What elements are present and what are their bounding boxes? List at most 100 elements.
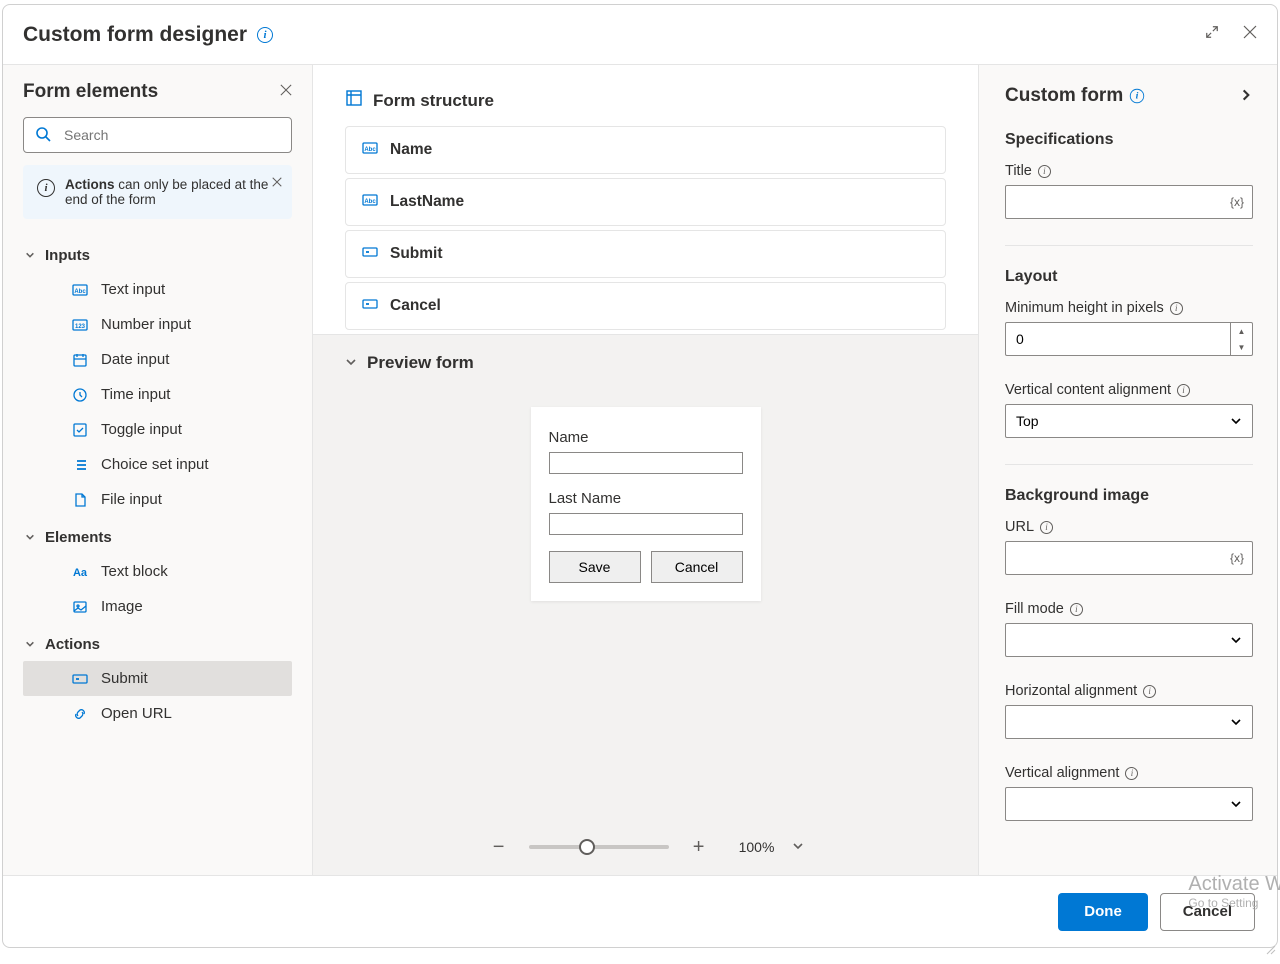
url-input[interactable]: {x} — [1005, 541, 1253, 575]
info-icon[interactable]: i — [1177, 384, 1190, 397]
svg-text:Aa: Aa — [73, 567, 88, 579]
vert-align-label: Vertical alignmenti — [1005, 765, 1253, 781]
info-icon[interactable]: i — [257, 27, 273, 43]
clock-icon — [71, 387, 89, 403]
info-icon[interactable]: i — [1125, 767, 1138, 780]
123-icon: 123 — [71, 317, 89, 333]
submit-icon — [362, 296, 378, 317]
info-icon[interactable]: i — [1170, 302, 1183, 315]
element-label: Submit — [101, 670, 148, 687]
spin-up-icon[interactable]: ▲ — [1231, 323, 1252, 339]
search-input[interactable] — [23, 117, 292, 153]
form-structure-header: Form structure — [345, 89, 946, 112]
v-align-label: Vertical content alignmenti — [1005, 382, 1253, 398]
min-height-input[interactable]: ▲▼ — [1005, 322, 1253, 356]
cancel-button[interactable]: Cancel — [1160, 893, 1255, 931]
submit-icon — [362, 244, 378, 265]
info-icon[interactable]: i — [1070, 603, 1083, 616]
v-align-select[interactable]: Top — [1005, 404, 1253, 438]
dialog-title: Custom form designer — [23, 23, 247, 47]
close-panel-icon[interactable] — [280, 83, 292, 101]
submit-icon — [71, 671, 89, 687]
search-icon — [35, 126, 51, 147]
structure-row[interactable]: Submit — [345, 230, 946, 278]
close-icon[interactable] — [1243, 25, 1257, 44]
element-label: Date input — [101, 351, 169, 368]
info-banner: i Actions can only be placed at the end … — [23, 165, 292, 219]
preview-button[interactable]: Save — [549, 551, 641, 583]
preview-input[interactable] — [549, 452, 743, 474]
chevron-down-icon — [25, 249, 35, 263]
preview-title: Preview form — [367, 353, 474, 373]
category-header[interactable]: Inputs — [23, 239, 292, 272]
element-label: Toggle input — [101, 421, 182, 438]
cal-icon — [71, 352, 89, 368]
chevron-down-icon — [25, 638, 35, 652]
element-label: Number input — [101, 316, 191, 333]
dismiss-banner-icon[interactable] — [272, 175, 282, 190]
form-elements-panel: Form elements i Actions can only be plac… — [3, 65, 313, 875]
element-label: Time input — [101, 386, 170, 403]
element-item[interactable]: Time input — [23, 377, 292, 412]
info-icon[interactable]: i — [1130, 89, 1144, 103]
svg-text:123: 123 — [75, 324, 86, 330]
form-elements-heading: Form elements — [23, 81, 158, 103]
expand-icon[interactable] — [1205, 25, 1219, 44]
dialog-footer: Done Cancel — [3, 875, 1277, 947]
svg-text:Abc: Abc — [74, 289, 86, 295]
info-icon[interactable]: i — [1040, 521, 1053, 534]
zoom-in-button[interactable]: + — [687, 835, 711, 859]
zoom-out-button[interactable]: − — [487, 835, 511, 859]
specifications-section: Specifications — [1005, 131, 1253, 149]
done-button[interactable]: Done — [1058, 893, 1148, 931]
element-item[interactable]: AbcText input — [23, 272, 292, 307]
structure-row-label: Name — [390, 141, 432, 159]
title-input[interactable]: {x} — [1005, 185, 1253, 219]
info-icon[interactable]: i — [1038, 165, 1051, 178]
structure-row[interactable]: Cancel — [345, 282, 946, 330]
chevron-right-icon[interactable] — [1239, 86, 1253, 107]
svg-text:Abc: Abc — [364, 147, 376, 153]
element-item[interactable]: 123 Number input — [23, 307, 292, 342]
link-icon — [71, 706, 89, 722]
form-structure-title: Form structure — [373, 91, 494, 111]
element-item[interactable]: Choice set input — [23, 447, 292, 482]
structure-row-label: Cancel — [390, 297, 441, 315]
element-item[interactable]: Toggle input — [23, 412, 292, 447]
element-item[interactable]: Image — [23, 589, 292, 624]
structure-row[interactable]: Abc Name — [345, 126, 946, 174]
element-label: Open URL — [101, 705, 172, 722]
spin-down-icon[interactable]: ▼ — [1231, 339, 1252, 355]
element-label: File input — [101, 491, 162, 508]
variable-picker-icon[interactable]: {x} — [1230, 195, 1244, 209]
layout-section: Layout — [1005, 268, 1253, 286]
preview-button[interactable]: Cancel — [651, 551, 743, 583]
element-label: Text block — [101, 563, 168, 580]
file-icon — [71, 492, 89, 508]
element-item[interactable]: File input — [23, 482, 292, 517]
structure-row[interactable]: AbcLastName — [345, 178, 946, 226]
element-label: Image — [101, 598, 143, 615]
preview-field-label: Name — [549, 429, 743, 446]
element-item[interactable]: Date input — [23, 342, 292, 377]
preview-header[interactable]: Preview form — [345, 353, 946, 373]
h-align-select[interactable] — [1005, 705, 1253, 739]
preview-card: NameLast Name SaveCancel — [531, 407, 761, 601]
zoom-chevron-icon[interactable] — [792, 839, 804, 855]
category-header[interactable]: Actions — [23, 628, 292, 661]
vert-align-select[interactable] — [1005, 787, 1253, 821]
list-icon — [71, 457, 89, 473]
fill-mode-select[interactable] — [1005, 623, 1253, 657]
category-header[interactable]: Elements — [23, 521, 292, 554]
min-height-label: Minimum height in pixelsi — [1005, 300, 1253, 316]
titlebar: Custom form designer i — [3, 5, 1277, 65]
zoom-slider[interactable] — [529, 845, 669, 849]
zoom-value: 100% — [739, 839, 775, 855]
element-label: Choice set input — [101, 456, 209, 473]
element-item[interactable]: Aa Text block — [23, 554, 292, 589]
info-icon[interactable]: i — [1143, 685, 1156, 698]
element-item[interactable]: Submit — [23, 661, 292, 696]
element-item[interactable]: Open URL — [23, 696, 292, 731]
preview-input[interactable] — [549, 513, 743, 535]
variable-picker-icon[interactable]: {x} — [1230, 551, 1244, 565]
